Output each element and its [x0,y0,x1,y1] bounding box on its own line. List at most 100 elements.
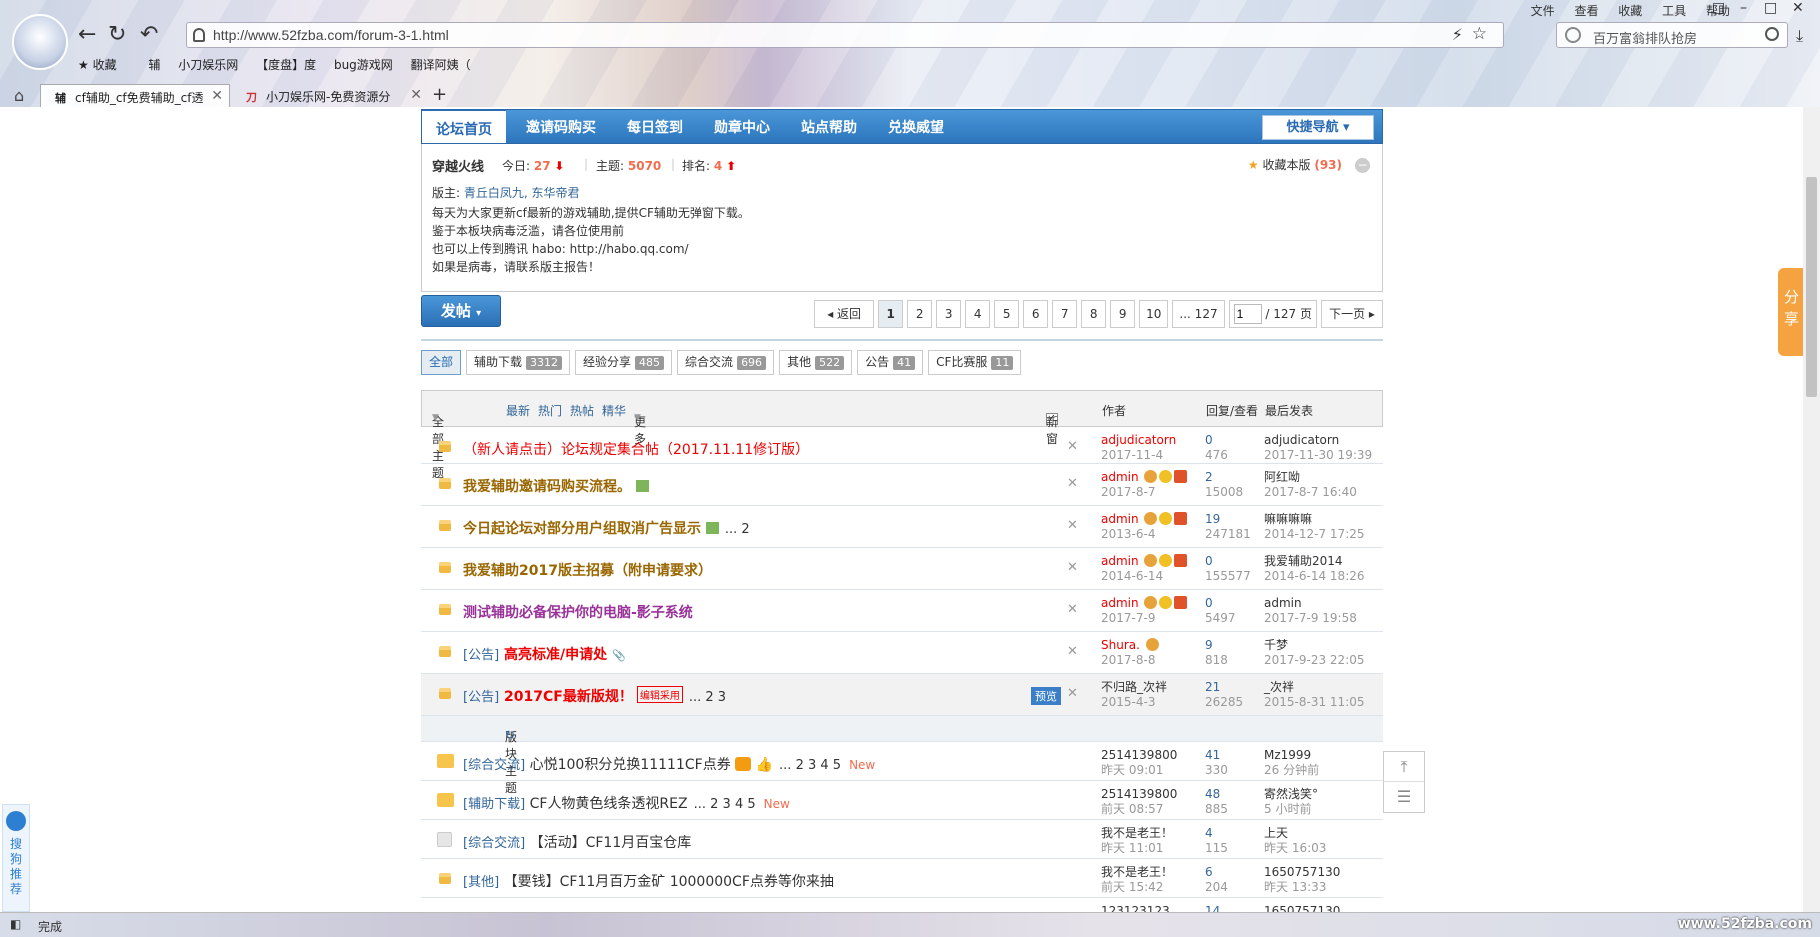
scrollbar-thumb[interactable] [1806,177,1817,397]
last-date[interactable]: 26 分钟前 [1264,763,1319,778]
close-icon[interactable]: ✕ [211,88,223,104]
search-icon[interactable] [1765,27,1779,41]
reply-count[interactable]: 4 [1205,826,1228,841]
thread-title[interactable]: 我爱辅助2017版主招募（附申请要求） [463,560,712,580]
filter-experience[interactable]: 经验分享 485 [575,350,673,375]
share-button[interactable]: 分享 [1778,268,1804,356]
thread-title[interactable]: [公告] 2017CF最新版规！ 编辑采用 ... 2 3 [463,686,726,706]
last-date[interactable]: 5 小时前 [1264,802,1318,817]
last-user[interactable]: 千梦 [1264,638,1365,653]
menu-favorites[interactable]: 收藏 [1618,4,1642,18]
page-5[interactable]: 5 [994,300,1020,328]
last-date[interactable]: 昨天 13:33 [1264,880,1340,895]
last-user[interactable]: 我爱辅助2014 [1264,554,1365,569]
last-user[interactable]: 上天 [1264,826,1326,841]
bookmark-item[interactable]: 翻译阿姨（ [411,58,471,72]
bookmark-item[interactable]: 【度盘】度 [256,58,316,72]
bookmark-favorites[interactable]: ★ 收藏 [78,58,131,72]
reply-count[interactable]: 0 [1205,596,1236,611]
sort-digest[interactable]: 精华 [602,402,626,419]
lightning-icon[interactable]: ⚡ [1452,25,1463,44]
last-date[interactable]: 2017-9-23 22:05 [1264,653,1365,668]
nav-exchange[interactable]: 兑换威望 [888,117,944,137]
tab-xiaodao[interactable]: 刀 小刀娱乐网-免费资源分 ✕ [232,84,428,107]
last-date[interactable]: 2017-11-30 19:39 [1264,448,1372,463]
filter-all[interactable]: 全部 [421,350,462,375]
page-last[interactable]: ... 127 [1172,300,1225,328]
back-icon[interactable]: ← [78,22,96,47]
filter-announcement[interactable]: 公告 41 [857,350,924,375]
page-2[interactable]: 2 [907,300,933,328]
sort-hot[interactable]: 热门 [538,402,562,419]
quick-nav-button[interactable]: 快捷导航 ▾ [1262,115,1374,140]
reply-count[interactable]: 48 [1205,787,1228,802]
list-icon[interactable]: ☰ [1384,782,1424,812]
refresh-icon[interactable]: ↻ [108,22,126,47]
thread-title[interactable]: （新人请点击）论坛规定集合帖（2017.11.11修订版） [463,439,809,459]
thread-title[interactable]: 我爱辅助邀请码购买流程。 [463,476,649,496]
filter-general[interactable]: 综合交流 696 [677,350,775,375]
last-user[interactable]: _次袢 [1264,680,1365,695]
last-date[interactable]: 2014-6-14 18:26 [1264,569,1365,584]
reply-count[interactable]: 0 [1205,554,1251,569]
sidebar-toggle-icon[interactable]: ◧ [10,917,21,931]
author-name[interactable]: 2514139800 [1101,748,1177,763]
undo-icon[interactable]: ↶ [140,22,158,47]
author-name[interactable]: 我不是老王！ [1101,865,1173,880]
moderator-links[interactable]: 青丘白凤九, 东华帝君 [464,186,580,200]
tab-cf[interactable]: 辅 cf辅助_cf免费辅助_cf透 ✕ [40,84,230,107]
close-icon[interactable]: ✕ [1067,518,1078,533]
nav-help[interactable]: 站点帮助 [801,117,857,137]
skin-icon[interactable]: □ [1712,0,1725,16]
reply-count[interactable]: 21 [1205,680,1243,695]
last-user[interactable]: Mz1999 [1264,748,1319,763]
author-name[interactable]: Shura. [1101,638,1159,653]
minimize-icon[interactable]: – [1740,0,1747,16]
reply-count[interactable]: 6 [1205,865,1228,880]
thread-pages[interactable]: ... 2 3 4 5 [779,758,841,773]
author-name[interactable]: admin [1101,554,1188,569]
thread-title[interactable]: [公告] 高亮标准/申请处 📎 [463,644,626,664]
author-name[interactable]: admin [1101,512,1188,527]
close-window-icon[interactable]: ✕ [1792,0,1804,16]
last-user[interactable]: 阿红呦 [1264,470,1357,485]
filter-download[interactable]: 辅助下载 3312 [466,350,571,375]
reply-count[interactable]: 0 [1205,433,1228,448]
close-icon[interactable]: ✕ [1067,560,1078,575]
thread-pages[interactable]: ... 2 [725,522,750,537]
author-name[interactable]: adjudicatorn [1101,433,1176,448]
nav-signin[interactable]: 每日签到 [627,117,683,137]
page-9[interactable]: 9 [1110,300,1136,328]
download-icon[interactable]: ⤓ [1796,26,1803,46]
new-tab-icon[interactable]: + [432,84,447,105]
reply-count[interactable]: 2 [1205,470,1243,485]
close-icon[interactable]: ✕ [410,87,422,103]
author-name[interactable]: admin [1101,596,1188,611]
close-icon[interactable]: ✕ [1067,644,1078,659]
last-date[interactable]: 2017-7-9 19:58 [1264,611,1357,626]
thread-pages[interactable]: ... 2 3 4 5 [694,797,756,812]
filter-match-server[interactable]: CF比赛服 11 [928,350,1022,375]
thread-title[interactable]: [其他] 【要钱】CF11月百万金矿 1000000CF点券等你来抽 [463,871,834,891]
nav-home[interactable]: 论坛首页 [422,109,506,143]
search-box[interactable]: 百万富翁排队抢房 [1556,22,1788,48]
menu-tools[interactable]: 工具 [1662,4,1686,18]
back-to-top-icon[interactable]: ⤒ [1384,752,1424,782]
author-name[interactable]: 我不是老王！ [1101,826,1173,841]
author-name[interactable]: admin [1101,470,1188,485]
avatar[interactable] [12,14,68,70]
bookmark-item[interactable]: bug游戏网 [334,58,393,72]
preview-button[interactable]: 预览 [1031,687,1061,705]
reply-count[interactable]: 41 [1205,748,1228,763]
page-1[interactable]: 1 [878,300,904,328]
last-user[interactable]: 寄然浅笑° [1264,787,1318,802]
collapse-icon[interactable]: − [1355,158,1370,173]
sogou-recommend[interactable]: 搜狗推荐 [2,804,30,912]
thread-title[interactable]: [综合交流] 【活动】CF11月百宝仓库 [463,832,691,852]
nav-invite[interactable]: 邀请码购买 [526,117,596,137]
last-user[interactable]: 嘛嘛嘛嘛 [1264,512,1365,527]
author-name[interactable]: 2514139800 [1101,787,1177,802]
thread-category[interactable]: [公告] [463,690,499,705]
close-icon[interactable]: ✕ [1067,686,1078,701]
thread-category[interactable]: [其他] [463,875,499,890]
